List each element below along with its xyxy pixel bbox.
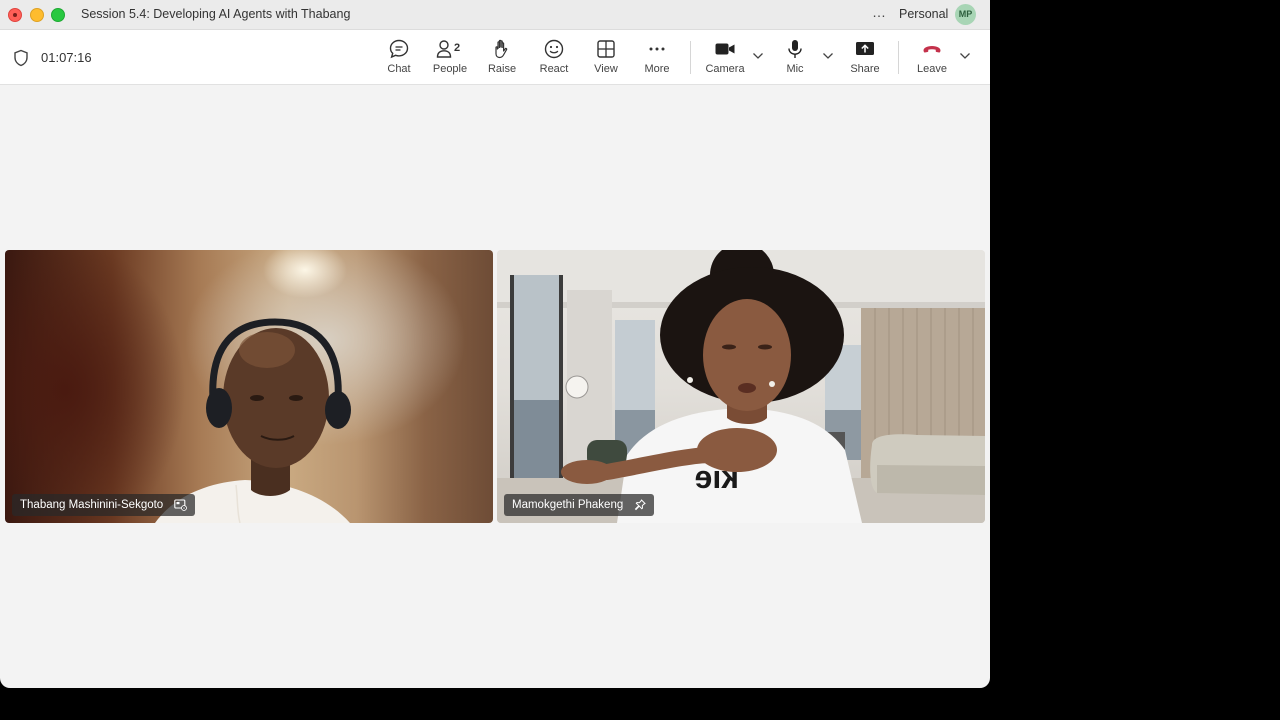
participant-name: Mamokgethi Phakeng — [512, 499, 624, 511]
people-count: 2 — [454, 42, 461, 54]
minimize-window-button[interactable] — [30, 8, 44, 22]
maximize-window-button[interactable] — [51, 8, 65, 22]
grid-view-icon — [597, 40, 615, 58]
raise-hand-button[interactable]: Raise — [476, 38, 528, 80]
title-bar: Session 5.4: Developing AI Agents with T… — [0, 0, 990, 30]
more-button[interactable]: More — [631, 38, 683, 80]
meeting-window: Session 5.4: Developing AI Agents with T… — [0, 0, 990, 688]
raise-label: Raise — [487, 63, 517, 75]
react-label: React — [539, 63, 569, 75]
leave-options-chevron-down-icon[interactable] — [959, 52, 971, 60]
meeting-toolbar: 01:07:16 Chat 2 People Raise React View … — [0, 30, 990, 85]
participant-video-tile[interactable]: kie Mamokgethi Phakeng — [497, 250, 985, 523]
participant-name: Thabang Mashinini-Sekgoto — [20, 499, 164, 511]
hang-up-icon — [923, 46, 941, 53]
people-label: People — [432, 63, 468, 75]
microphone-icon — [788, 40, 802, 58]
toolbar-divider — [898, 41, 899, 74]
participant-video-feed — [155, 318, 351, 523]
camera-options-chevron-down-icon[interactable] — [752, 52, 764, 60]
window-title: Session 5.4: Developing AI Agents with T… — [81, 7, 351, 21]
view-button[interactable]: View — [580, 38, 632, 80]
meeting-timer: 01:07:16 — [41, 50, 92, 65]
view-label: View — [594, 63, 618, 75]
avatar[interactable]: MP — [955, 4, 976, 25]
camera-icon — [715, 43, 735, 55]
participant-video-tile[interactable]: Thabang Mashinini-Sekgoto — [5, 250, 493, 523]
share-screen-icon — [856, 42, 874, 55]
smiley-icon — [544, 39, 564, 59]
mic-options-chevron-down-icon[interactable] — [822, 52, 834, 60]
mic-button[interactable]: Mic — [769, 38, 821, 80]
chat-label: Chat — [387, 63, 411, 75]
participant-video-feed: kie — [497, 250, 985, 523]
close-window-button[interactable] — [8, 8, 22, 22]
profile-label[interactable]: Personal — [899, 7, 948, 21]
react-button[interactable]: React — [528, 38, 580, 80]
share-button[interactable]: Share — [839, 38, 891, 80]
toolbar-divider — [690, 41, 691, 74]
participant-name-tag: Mamokgethi Phakeng — [504, 494, 655, 516]
mic-label: Mic — [786, 63, 804, 75]
hand-icon — [495, 39, 508, 59]
participant-name-tag: Thabang Mashinini-Sekgoto — [12, 494, 196, 516]
more-options-icon[interactable]: … — [872, 4, 887, 20]
share-label: Share — [850, 63, 880, 75]
people-button[interactable]: 2 People — [424, 38, 476, 80]
leave-button[interactable]: Leave — [906, 38, 958, 80]
pin-icon[interactable] — [634, 499, 647, 511]
ellipsis-icon — [649, 47, 665, 51]
more-label: More — [644, 63, 670, 75]
shield-icon — [14, 49, 28, 67]
leave-label: Leave — [917, 63, 947, 75]
chat-icon — [389, 39, 409, 59]
screen-share-settings-icon[interactable] — [174, 499, 188, 511]
camera-button[interactable]: Camera — [699, 38, 751, 80]
chat-button[interactable]: Chat — [373, 38, 425, 80]
camera-label: Camera — [705, 63, 745, 75]
